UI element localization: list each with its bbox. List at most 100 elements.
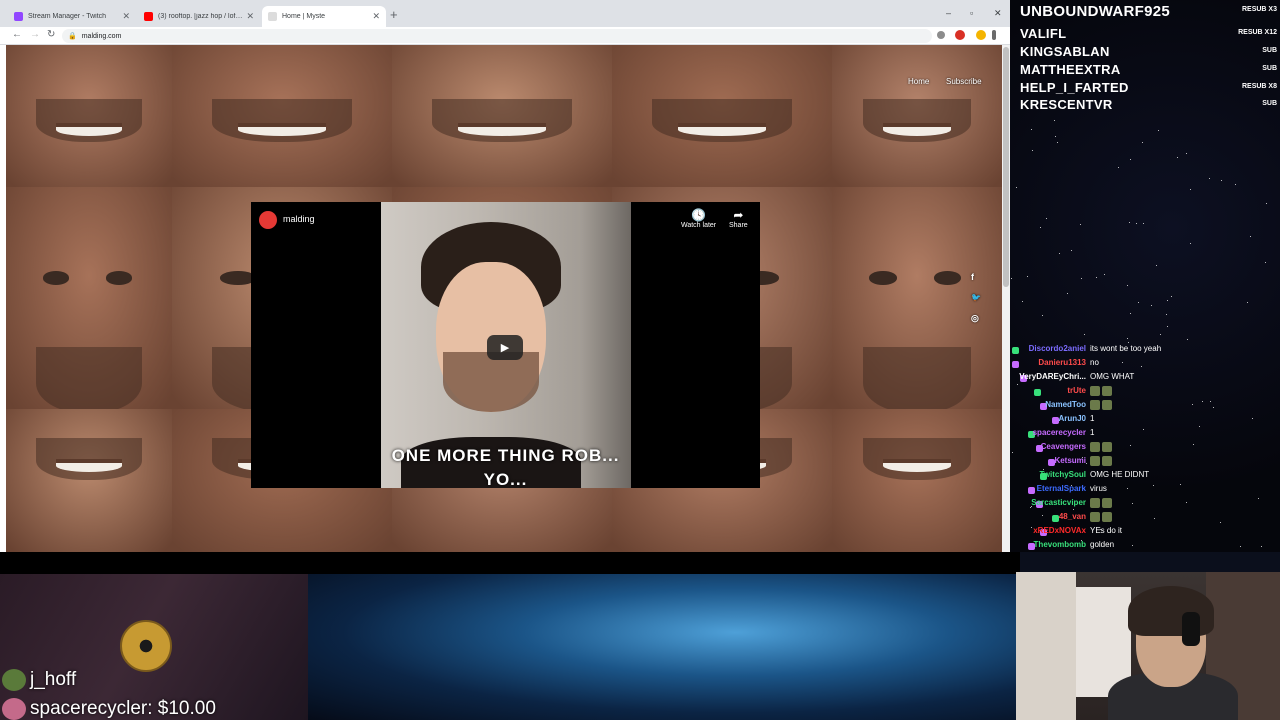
chat-message: Discordo2aniel its wont be too yeah <box>1000 344 1280 358</box>
webcam-wall <box>1016 572 1076 720</box>
star <box>1055 136 1056 137</box>
star <box>1027 276 1028 277</box>
star <box>1127 338 1128 339</box>
menu-icon[interactable] <box>992 30 996 40</box>
share-button[interactable]: ➦ Share <box>729 208 748 229</box>
star <box>1265 262 1266 263</box>
star <box>1016 187 1017 188</box>
tab-title: Stream Manager - Twitch <box>28 13 107 20</box>
forward-icon[interactable]: → <box>30 29 40 40</box>
chat-username[interactable]: Sarcasticviper <box>1000 498 1086 507</box>
address-bar: ← → ↻ 🔒 malding.com <box>0 27 1010 45</box>
star <box>1127 285 1128 286</box>
chat-username[interactable]: Ketsumi <box>1000 456 1086 465</box>
chat-username[interactable]: Discordo2aniel <box>1000 344 1086 353</box>
subscriber-name: VALIFL <box>1020 26 1067 41</box>
star <box>1011 278 1012 279</box>
chat-username[interactable]: spacerecycler <box>1000 428 1086 437</box>
extension-icon[interactable] <box>955 30 965 40</box>
emote-row <box>1090 498 1114 508</box>
star <box>1081 278 1082 279</box>
star <box>1186 153 1187 154</box>
scrollbar-thumb[interactable] <box>1003 47 1009 287</box>
headset-icon <box>1182 612 1200 646</box>
restore-button[interactable]: ▫ <box>970 8 973 18</box>
chat-message: TwitchySoul OMG HE DIDNT <box>1000 470 1280 484</box>
chat-username[interactable]: trUte <box>1000 386 1086 395</box>
reload-icon[interactable]: ↻ <box>47 29 55 40</box>
chat-username[interactable]: xREDxNOVAx <box>1000 526 1086 535</box>
chat-message: EternalSpark virus <box>1000 484 1280 498</box>
background-face-tile <box>832 45 1002 187</box>
site-nav-home[interactable]: Home <box>908 77 929 86</box>
back-icon[interactable]: ← <box>12 29 22 40</box>
star <box>1128 342 1129 343</box>
tab-youtube[interactable]: (3) rooftop. [jazz hop / lofi / chill ✕ <box>138 6 260 27</box>
close-icon[interactable]: ✕ <box>246 11 254 22</box>
star <box>1118 167 1119 168</box>
close-icon[interactable]: ✕ <box>122 11 130 22</box>
url-field[interactable]: 🔒 malding.com <box>62 29 932 43</box>
youtube-embed[interactable]: malding 🕓 Watch later ➦ Share ▶ ONE MORE… <box>251 202 760 488</box>
channel-avatar[interactable] <box>259 211 277 229</box>
star <box>1067 293 1068 294</box>
star <box>1190 189 1191 190</box>
chat-message: spacerecycler 1 <box>1000 428 1280 442</box>
facebook-icon[interactable]: f <box>971 272 974 282</box>
star <box>1171 296 1172 297</box>
new-tab-button[interactable]: + <box>390 8 398 22</box>
twitter-icon[interactable]: 🐦 <box>971 293 981 302</box>
tab-title: Home | Myste <box>282 13 326 20</box>
instagram-icon[interactable]: ◎ <box>971 313 979 324</box>
star <box>1143 223 1144 224</box>
chat-username[interactable]: EternalSpark <box>1000 484 1086 493</box>
star <box>1156 265 1157 266</box>
chat-username[interactable]: Danieru1313 <box>1000 358 1086 367</box>
tab-myste[interactable]: Home | Myste ✕ <box>262 6 386 27</box>
watch-later-button[interactable]: 🕓 Watch later <box>681 208 716 229</box>
browser-window: Stream Manager - Twitch ✕ (3) rooftop. [… <box>0 0 1010 552</box>
chat-username[interactable]: 48_van <box>1000 512 1086 521</box>
minimize-button[interactable]: – <box>946 8 951 18</box>
chat-username[interactable]: TwitchySoul <box>1000 470 1086 479</box>
close-window-button[interactable]: ✕ <box>994 8 1002 19</box>
chat-text: 1 <box>1090 428 1095 437</box>
sub-alert-row: VALIFL RESUB X12 <box>1020 26 1280 44</box>
star <box>1080 224 1081 225</box>
star <box>1040 227 1041 228</box>
webcam-streamer-hair <box>1128 586 1214 636</box>
stream-layout: Stream Manager - Twitch ✕ (3) rooftop. [… <box>0 0 1280 720</box>
star <box>1104 274 1105 275</box>
chat-message: ArunJ0 1 <box>1000 414 1280 428</box>
site-nav-subscribe[interactable]: Subscribe <box>946 77 982 86</box>
star <box>1096 277 1097 278</box>
chat-message: trUte <box>1000 386 1280 400</box>
chat-text: OMG WHAT <box>1090 372 1135 381</box>
chat-username[interactable]: NamedToo <box>1000 400 1086 409</box>
extension-icon[interactable] <box>976 30 986 40</box>
chat-username[interactable]: Thevombomb <box>1000 540 1086 549</box>
close-icon[interactable]: ✕ <box>372 11 380 22</box>
chat-username[interactable]: Ceavengers <box>1000 442 1086 451</box>
extension-icon[interactable] <box>937 31 945 39</box>
emote-row <box>1090 442 1114 452</box>
sub-tag: RESUB X3 <box>1241 6 1277 13</box>
chat-text: virus <box>1090 484 1107 493</box>
chat-username[interactable]: VeryDAREyChri... <box>1000 372 1086 381</box>
play-button[interactable]: ▶ <box>487 335 523 360</box>
chat-username[interactable]: ArunJ0 <box>1000 414 1086 423</box>
star <box>1059 253 1060 254</box>
tab-twitch[interactable]: Stream Manager - Twitch ✕ <box>8 6 136 27</box>
star <box>1151 305 1152 306</box>
star <box>1266 203 1267 204</box>
channel-name[interactable]: malding <box>283 214 315 224</box>
star <box>1167 326 1168 327</box>
tab-title: (3) rooftop. [jazz hop / lofi / chill <box>158 13 242 20</box>
background-face-tile <box>392 45 612 187</box>
share-icon: ➦ <box>733 208 744 222</box>
sub-tag: SUB <box>1262 100 1277 107</box>
url-text: malding.com <box>81 32 122 40</box>
background-face-tile <box>6 187 172 409</box>
chat-text: YEs do it <box>1090 526 1123 535</box>
emote-icon <box>2 698 26 720</box>
